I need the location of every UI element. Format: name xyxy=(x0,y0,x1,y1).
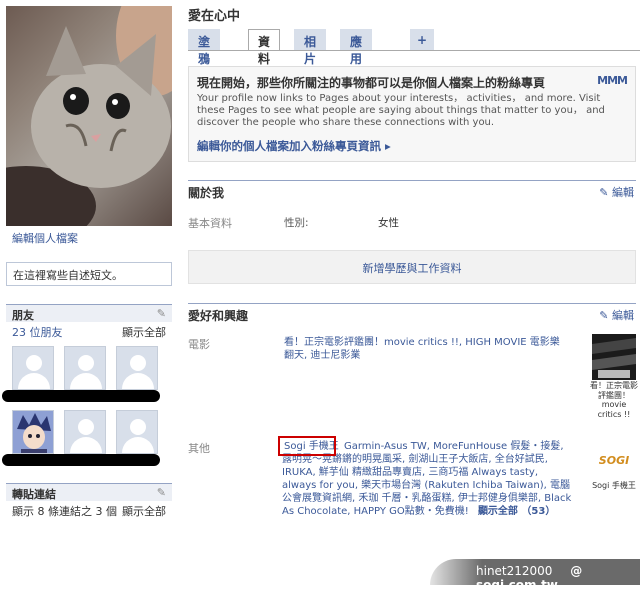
sogi-logo[interactable]: SOGI xyxy=(592,448,636,472)
highlight-box xyxy=(278,436,336,456)
pencil-icon[interactable]: ✎ xyxy=(157,307,166,320)
fan-page-promo: 現在開始，那些你所關注的事物都可以是你個人檔案上的粉絲專頁 MMM Your p… xyxy=(188,66,636,162)
about-title: 關於我 xyxy=(188,186,225,200)
links-show-all[interactable]: 顯示全部 xyxy=(122,503,166,519)
tab-info[interactable]: 資料 xyxy=(248,29,281,66)
movie-thumb-caption[interactable]: 看！正宗電影評鑑團！movie critics !! xyxy=(590,381,638,419)
add-education-work-button[interactable]: 新增學歷與工作資料 xyxy=(188,250,636,284)
watermark: hinet212000 @ sogi.com.tw xyxy=(430,559,640,592)
tab-photos[interactable]: 相片 xyxy=(294,29,327,66)
pencil-icon[interactable]: ✎ xyxy=(157,486,166,499)
friends-header: 朋友 ✎ xyxy=(6,304,172,322)
gender-value: 女性 xyxy=(378,217,399,229)
about-edit-link[interactable]: ✎ 編輯 xyxy=(599,184,634,200)
censor-bar xyxy=(2,454,160,466)
links-summary: 顯示 8 條連結之 3 個 顯示全部 xyxy=(6,502,172,518)
friend-thumb[interactable] xyxy=(116,410,158,454)
friends-count[interactable]: 23 位朋友 xyxy=(12,326,63,339)
sogi-thumb-caption[interactable]: Sogi 手機王 xyxy=(590,481,638,491)
profile-name: 愛在心中 xyxy=(188,9,241,24)
links-count: 顯示 8 條連結之 3 個 xyxy=(12,505,117,518)
interests-edit-link[interactable]: ✎ 編輯 xyxy=(599,307,634,323)
promo-title: 現在開始，那些你所關注的事物都可以是你個人檔案上的粉絲專頁 xyxy=(197,76,546,90)
about-section-header: 關於我 ✎ 編輯 xyxy=(188,180,636,200)
status-input[interactable]: 在這裡寫些自述短文。 xyxy=(6,262,172,286)
edit-profile-link[interactable]: 編輯個人檔案 xyxy=(12,230,78,246)
friend-thumb[interactable] xyxy=(12,346,54,390)
censor-bar xyxy=(2,390,160,402)
pages-icon: MMM xyxy=(597,74,628,87)
friends-show-all[interactable]: 顯示全部 xyxy=(122,324,166,340)
watermark-user: hinet212000 xyxy=(476,564,553,578)
tab-underline xyxy=(188,50,640,51)
other-show-all-link[interactable]: 顯示全部 （53） xyxy=(478,506,555,517)
friends-summary: 23 位朋友 顯示全部 xyxy=(6,323,172,339)
tab-applications[interactable]: 應用程式 xyxy=(340,29,373,100)
movies-list[interactable]: 看！正宗電影評鑑團！movie critics !!, HIGH MOVIE 電… xyxy=(284,336,564,362)
friend-thumb-anime[interactable] xyxy=(12,410,54,454)
friend-thumb[interactable] xyxy=(64,410,106,454)
friends-title: 朋友 xyxy=(12,309,34,322)
movies-label: 電影 xyxy=(188,338,210,351)
movie-page-thumb[interactable] xyxy=(592,334,636,380)
tab-add[interactable]: + xyxy=(410,29,435,51)
tab-wall[interactable]: 塗鴉牆 xyxy=(188,29,221,83)
edit-fan-pages-link[interactable]: 編輯你的個人檔案加入粉絲專頁資訊 ▸ xyxy=(197,138,391,154)
interests-title: 愛好和興趣 xyxy=(188,309,249,323)
profile-photo[interactable] xyxy=(6,6,172,226)
gender-label: 性別: xyxy=(284,217,309,229)
interests-section-header: 愛好和興趣 ✎ 編輯 xyxy=(188,303,636,323)
friend-thumb[interactable] xyxy=(64,346,106,390)
promo-text: Your profile now links to Pages about yo… xyxy=(197,93,605,128)
friend-thumb[interactable] xyxy=(116,346,158,390)
basic-info-label: 基本資料 xyxy=(188,217,232,230)
links-title: 轉貼連結 xyxy=(12,488,56,501)
links-header: 轉貼連結 ✎ xyxy=(6,483,172,501)
other-label: 其他 xyxy=(188,442,210,455)
